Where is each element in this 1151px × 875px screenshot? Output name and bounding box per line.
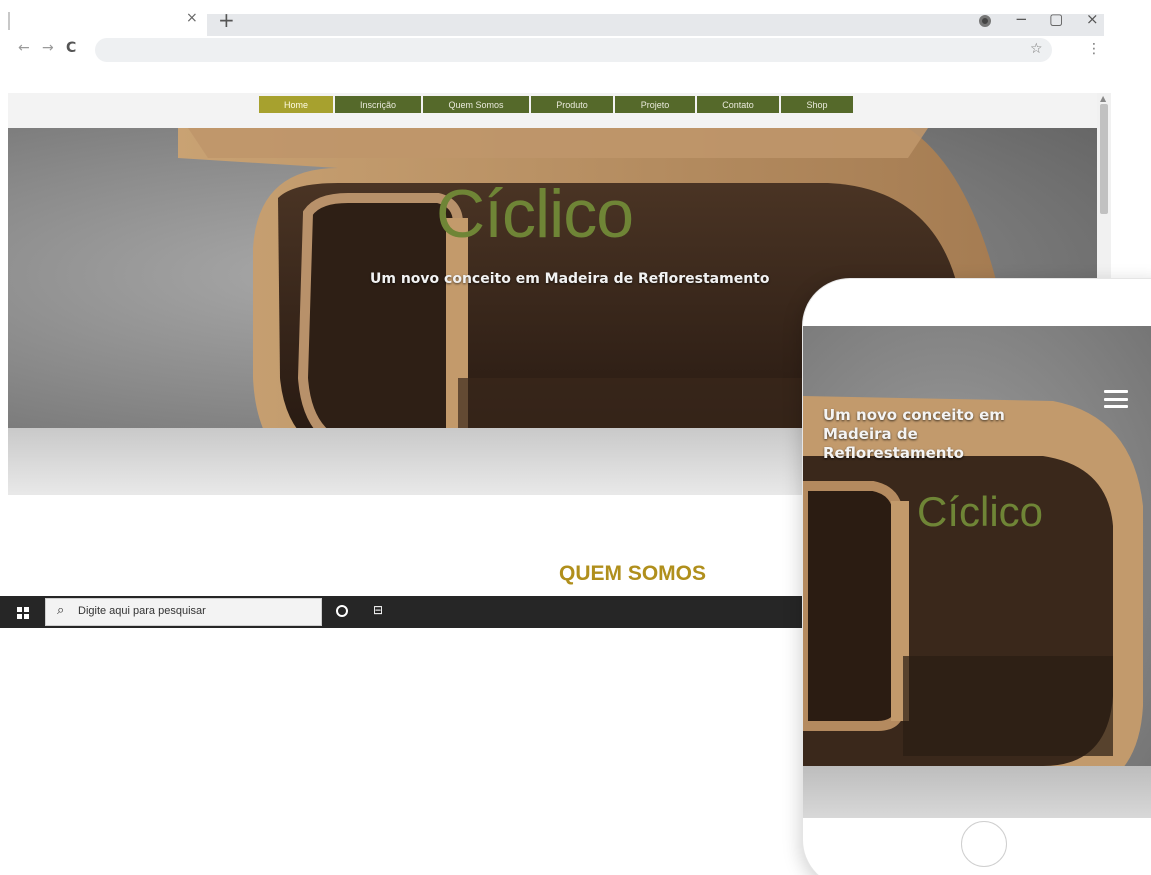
task-view-icon[interactable]: ⊟ [373, 603, 383, 617]
nav-shop[interactable]: Shop [781, 96, 853, 113]
hero-tagline: Um novo conceito em Madeira de Reflorest… [370, 271, 770, 287]
minimize-button[interactable]: − [1015, 10, 1028, 28]
hamburger-menu-icon[interactable] [1104, 390, 1128, 408]
cortana-icon[interactable] [336, 605, 348, 617]
nav-inscricao[interactable]: Inscrição [335, 96, 421, 113]
nav-contato[interactable]: Contato [697, 96, 779, 113]
reload-icon[interactable]: C [66, 40, 76, 56]
nav-quem-somos[interactable]: Quem Somos [423, 96, 529, 113]
maximize-button[interactable]: ▢ [1049, 10, 1063, 28]
phone-mockup: Um novo conceito em Madeira de Reflorest… [802, 278, 1151, 875]
tab-edge [8, 12, 10, 30]
nav-projeto[interactable]: Projeto [615, 96, 695, 113]
phone-screen: Um novo conceito em Madeira de Reflorest… [803, 326, 1151, 818]
search-placeholder: Digite aqui para pesquisar [78, 605, 206, 617]
tab-close-icon[interactable]: × [186, 10, 198, 26]
back-arrow-icon[interactable]: ← [18, 40, 30, 56]
phone-tagline: Um novo conceito em Madeira de Reflorest… [823, 406, 1005, 462]
tab-strip [207, 14, 1104, 36]
phone-brand-logo: Cíclico [917, 488, 1044, 535]
phone-shelf-image [803, 396, 1143, 796]
address-bar[interactable] [95, 38, 1052, 62]
nav-produto[interactable]: Produto [531, 96, 613, 113]
search-icon: ⌕ [57, 603, 65, 618]
forward-arrow-icon[interactable]: → [42, 40, 54, 56]
scroll-up-icon[interactable]: ▲ [1100, 94, 1106, 103]
phone-floor [803, 766, 1151, 818]
kebab-menu-icon[interactable]: ⋮ [1087, 41, 1101, 57]
star-icon[interactable]: ☆ [1030, 41, 1043, 57]
main-nav: Home Inscrição Quem Somos Produto Projet… [259, 96, 853, 113]
close-window-button[interactable]: × [1086, 10, 1099, 28]
home-button[interactable] [961, 821, 1007, 867]
nav-home[interactable]: Home [259, 96, 333, 113]
profile-icon[interactable] [979, 15, 991, 27]
windows-logo-icon[interactable] [17, 607, 29, 619]
scroll-thumb[interactable] [1100, 104, 1108, 214]
browser-tab-bar: × + − ▢ × [0, 0, 1151, 36]
new-tab-button[interactable]: + [218, 8, 235, 32]
brand-logo: Cíclico [436, 176, 634, 252]
